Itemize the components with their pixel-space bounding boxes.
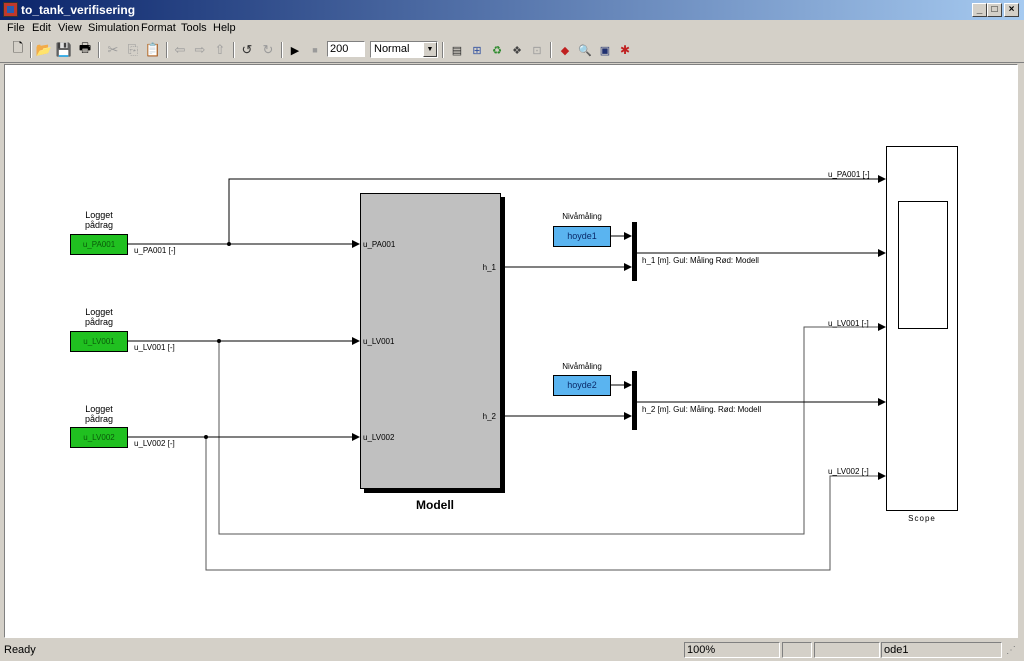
solver-name: ode1: [881, 642, 1002, 658]
copy-icon[interactable]: ⎘: [124, 41, 142, 59]
caption-line: Logget: [85, 404, 113, 414]
signal-label-u_PA001[interactable]: u_PA001 [-]: [134, 246, 176, 255]
input1-caption: Logget pådrag: [70, 210, 128, 230]
menu-help[interactable]: Help: [213, 22, 236, 34]
caption-line: pådrag: [84, 220, 114, 230]
simulink-app-icon[interactable]: [3, 2, 18, 17]
input3-caption: Logget pådrag: [70, 404, 128, 424]
from-workspace-u_LV001[interactable]: u_LV001: [70, 331, 128, 352]
from-workspace-hoyde2[interactable]: hoyde2: [553, 375, 611, 396]
toolbar-separator: [166, 42, 168, 58]
out-port-h_1: h_1: [482, 263, 496, 272]
close-button[interactable]: ×: [1004, 3, 1019, 17]
scope-block-name[interactable]: Scope: [886, 514, 958, 523]
toggle-model-icon[interactable]: ⊡: [528, 41, 546, 59]
signal-label-mux2[interactable]: h_2 [m]. Gul: Måling. Rød: Modell: [642, 405, 761, 414]
scope-input-label-u_LV002[interactable]: u_LV002 [-]: [828, 467, 869, 476]
toolbar-separator: [442, 42, 444, 58]
signal-label-mux1[interactable]: h_1 [m]. Gul: Måling Rød: Modell: [642, 256, 759, 265]
build-model-icon[interactable]: ▤: [448, 41, 466, 59]
from-workspace-hoyde1[interactable]: hoyde1: [553, 226, 611, 247]
save-icon[interactable]: 💾: [55, 41, 73, 59]
menu-edit[interactable]: Edit: [32, 22, 51, 34]
menu-view[interactable]: View: [58, 22, 82, 34]
menu-format[interactable]: Format: [141, 22, 176, 34]
forward-arrow-icon[interactable]: ⇨: [191, 41, 209, 59]
signal-label-u_LV001[interactable]: u_LV001 [-]: [134, 343, 175, 352]
open-icon[interactable]: 📂: [35, 41, 53, 59]
minimize-button[interactable]: _: [972, 3, 987, 17]
status-pane-2: [782, 642, 812, 658]
print-icon[interactable]: 🖶: [76, 40, 94, 59]
cut-icon[interactable]: ✂: [104, 41, 122, 59]
measurement2-caption: Nivåmåling: [562, 362, 602, 371]
simulation-mode-select[interactable]: Normal ▼: [370, 41, 438, 58]
status-text: Ready: [4, 644, 36, 656]
model-block-name[interactable]: Modell: [360, 498, 510, 512]
simulation-mode-value: Normal: [374, 43, 410, 55]
model-subsystem-block[interactable]: u_PA001 u_LV001 u_LV002 h_1 h_2: [360, 193, 501, 489]
undo-icon[interactable]: ↺: [238, 41, 256, 59]
debugger-icon[interactable]: 🔍: [576, 41, 594, 59]
toolbar-separator: [281, 42, 283, 58]
up-arrow-icon[interactable]: ⇧: [211, 41, 229, 59]
stop-time-input[interactable]: 200: [327, 41, 365, 57]
resize-grip-icon[interactable]: ⋰: [1006, 645, 1016, 656]
title-bar: to_tank_verifisering _ □ ×: [0, 0, 1024, 20]
update-diagram-icon[interactable]: ⊞: [468, 41, 486, 59]
out-port-h_2: h_2: [482, 412, 496, 421]
stop-simulation-icon[interactable]: ■: [306, 41, 324, 59]
menu-bar: File Edit View Simulation Format Tools H…: [0, 20, 1024, 38]
caption-line: pådrag: [84, 414, 114, 424]
paste-icon[interactable]: 📋: [144, 41, 162, 59]
zoom-level: 100%: [684, 642, 780, 658]
in-port-u_LV002: u_LV002: [363, 433, 395, 442]
toolbar-separator: [30, 42, 32, 58]
back-arrow-icon[interactable]: ⇦: [171, 41, 189, 59]
toolbar-separator: [233, 42, 235, 58]
model-properties-icon[interactable]: ▣: [596, 41, 614, 59]
redo-icon[interactable]: ↻: [259, 41, 277, 59]
refresh-icon[interactable]: ♻: [488, 41, 506, 59]
menu-simulation[interactable]: Simulation: [88, 22, 139, 34]
stateflow-icon[interactable]: ✱: [616, 41, 634, 59]
status-bar: Ready 100% ode1 ⋰: [0, 641, 1024, 661]
mux-block-2[interactable]: [632, 371, 637, 430]
new-model-icon[interactable]: 🗋: [9, 40, 27, 59]
model-explorer-icon[interactable]: ◆: [556, 41, 574, 59]
toolbar-separator: [550, 42, 552, 58]
scope-input-label-u_LV001[interactable]: u_LV001 [-]: [828, 319, 869, 328]
start-simulation-icon[interactable]: ▶: [286, 41, 304, 59]
window-title: to_tank_verifisering: [21, 3, 136, 17]
in-port-u_LV001: u_LV001: [363, 337, 395, 346]
scope-screen-icon: [898, 201, 948, 329]
from-workspace-u_LV002[interactable]: u_LV002: [70, 427, 128, 448]
status-pane-3: [814, 642, 880, 658]
input2-caption: Logget pådrag: [70, 307, 128, 327]
mux-block-1[interactable]: [632, 222, 637, 281]
in-port-u_PA001: u_PA001: [363, 240, 396, 249]
signal-label-u_LV002[interactable]: u_LV002 [-]: [134, 439, 175, 448]
library-browser-icon[interactable]: ❖: [508, 41, 526, 59]
scope-input-label-u_PA001[interactable]: u_PA001 [-]: [828, 170, 870, 179]
menu-file[interactable]: File: [7, 22, 25, 34]
caption-line: Logget: [85, 210, 113, 220]
caption-line: Logget: [85, 307, 113, 317]
maximize-button[interactable]: □: [987, 3, 1002, 17]
scope-block[interactable]: [886, 146, 958, 511]
toolbar: 🗋 📂 💾 🖶 ✂ ⎘ 📋 ⇦ ⇨ ⇧ ↺ ↻ ▶ ■ ▤ ⊞ ♻ ❖ ⊡ ◆ …: [0, 38, 1024, 63]
from-workspace-u_PA001[interactable]: u_PA001: [70, 234, 128, 255]
chevron-down-icon[interactable]: ▼: [423, 42, 437, 57]
caption-line: pådrag: [84, 317, 114, 327]
measurement1-caption: Nivåmåling: [562, 212, 602, 221]
toolbar-separator: [98, 42, 100, 58]
menu-tools[interactable]: Tools: [181, 22, 207, 34]
